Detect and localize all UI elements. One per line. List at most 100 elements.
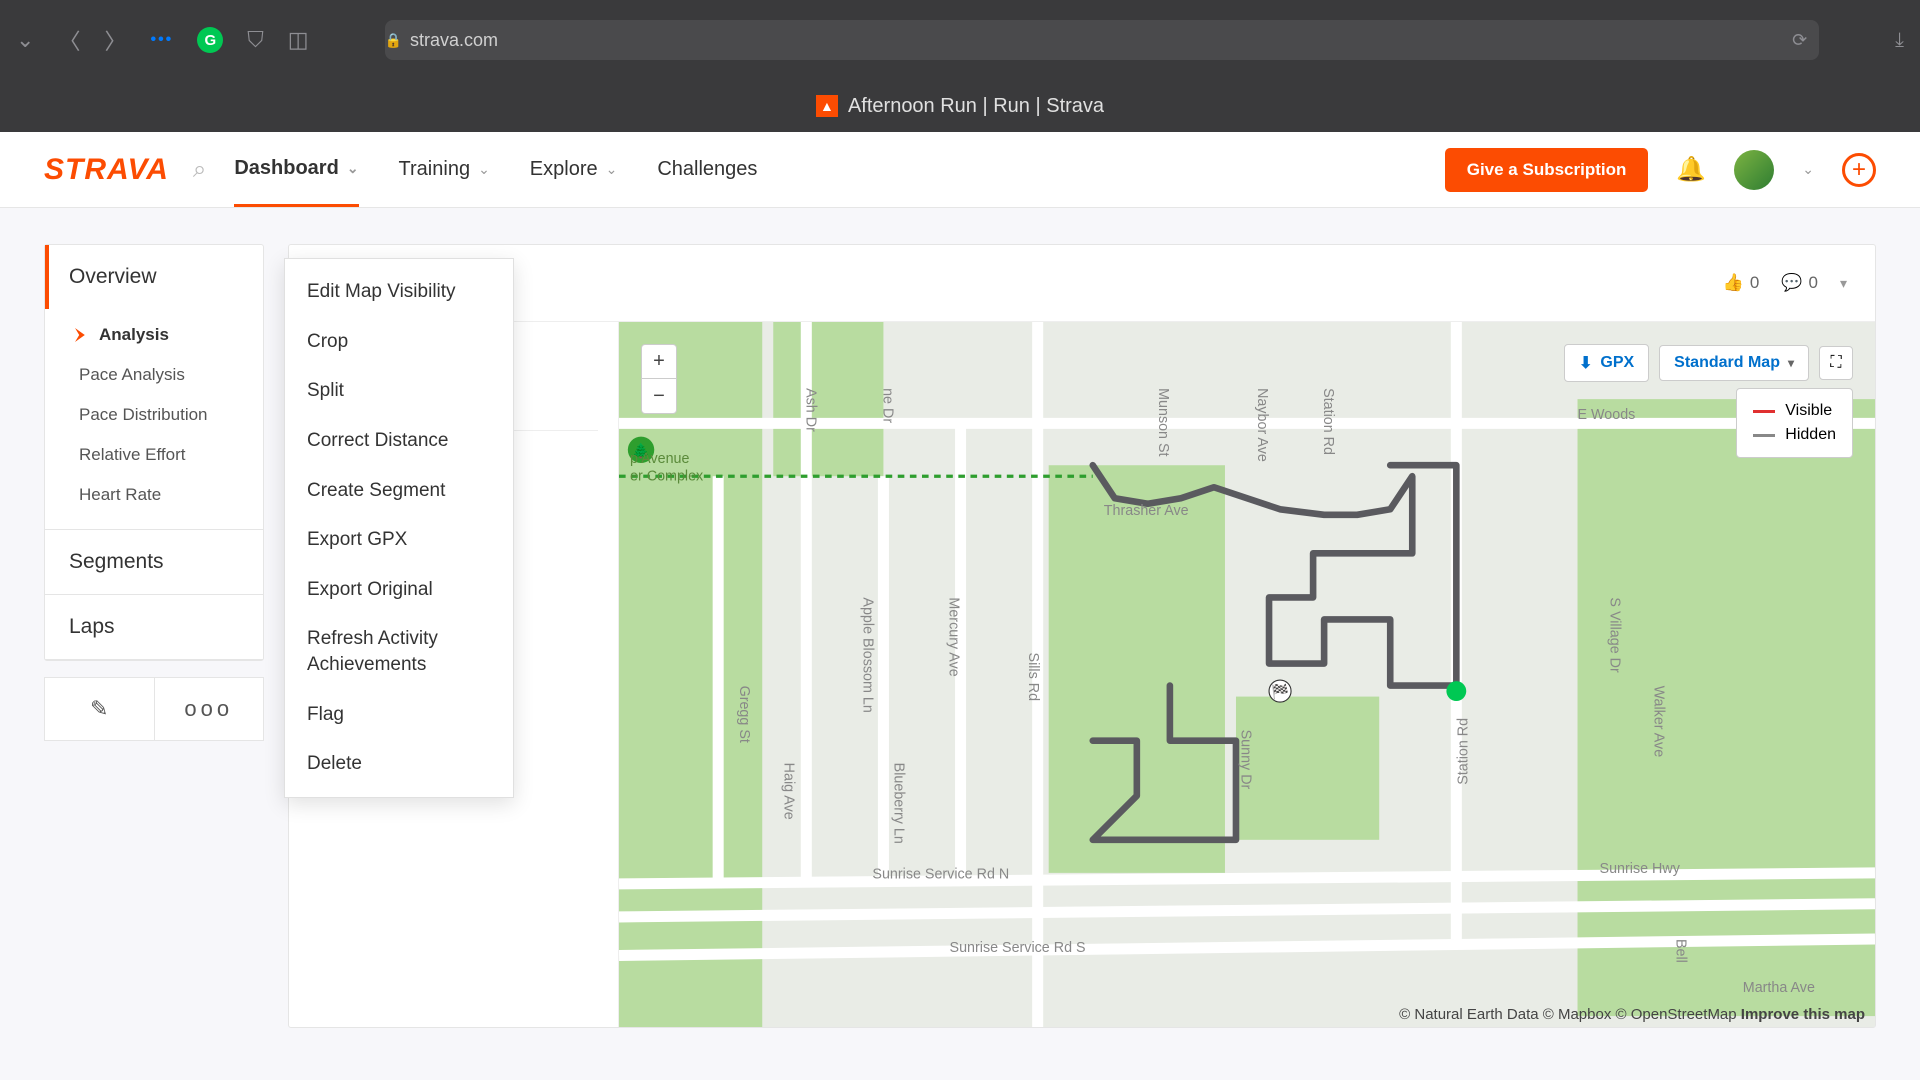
svg-text:Sunrise Service Rd S: Sunrise Service Rd S: [950, 940, 1086, 956]
activity-sidebar: Overview Analysis Pace Analysis Pace Dis…: [44, 244, 264, 661]
content-area: Overview Analysis Pace Analysis Pace Dis…: [0, 208, 1920, 1028]
tab-title: Afternoon Run | Run | Strava: [848, 95, 1104, 118]
chevron-down-icon: ⌄: [478, 161, 490, 178]
svg-text:Sunrise Hwy: Sunrise Hwy: [1600, 861, 1681, 877]
app-header: STRAVA ⌕ Dashboard ⌄ Training ⌄ Explore …: [0, 132, 1920, 208]
svg-text:Bell: Bell: [1673, 939, 1689, 963]
sidebar-pace-analysis[interactable]: Pace Analysis: [45, 355, 263, 395]
comment-icon: 💬: [1781, 273, 1802, 293]
url-text: strava.com: [410, 30, 498, 51]
panel-menu-icon[interactable]: ▾: [1840, 275, 1847, 292]
sidebar-wrap: Overview Analysis Pace Analysis Pace Dis…: [44, 244, 264, 1028]
privacy-icon[interactable]: ◫: [288, 27, 309, 53]
search-icon[interactable]: ⌕: [193, 156, 206, 184]
map[interactable]: 🏁 🌲 Ash Dr ne Dr p Avenue er Complex App…: [619, 322, 1875, 1027]
comments-count[interactable]: 💬0: [1781, 273, 1818, 293]
svg-text:Ash Dr: Ash Dr: [802, 388, 818, 432]
bell-icon[interactable]: 🔔: [1676, 155, 1706, 184]
sidebar-overview[interactable]: Overview: [45, 245, 263, 309]
svg-text:Naybor Ave: Naybor Ave: [1254, 388, 1270, 462]
nav-challenges[interactable]: Challenges: [657, 132, 757, 207]
menu-export-original[interactable]: Export Original: [285, 565, 513, 615]
svg-text:Haig Ave: Haig Ave: [780, 763, 796, 820]
menu-crop[interactable]: Crop: [285, 317, 513, 367]
sidebar-pace-distribution[interactable]: Pace Distribution: [45, 395, 263, 435]
svg-text:Walker Ave: Walker Ave: [1651, 686, 1667, 758]
download-icon[interactable]: ⤓: [1895, 29, 1904, 52]
svg-text:S Village Dr: S Village Dr: [1607, 597, 1623, 673]
svg-text:Gregg St: Gregg St: [736, 686, 752, 743]
menu-edit-map-visibility[interactable]: Edit Map Visibility: [285, 267, 513, 317]
main-panel: mino – Run 👍0 💬0 ▾ s GAP Elev :33/mi2ft …: [288, 244, 1876, 1028]
more-button[interactable]: ooo: [155, 678, 264, 740]
download-icon: ⬇: [1579, 353, 1592, 373]
svg-text:E Woods: E Woods: [1578, 407, 1636, 423]
menu-delete[interactable]: Delete: [285, 739, 513, 789]
svg-text:ne Dr: ne Dr: [879, 388, 895, 423]
grammarly-icon[interactable]: G: [197, 27, 223, 53]
chevron-down-icon[interactable]: ⌄: [1802, 161, 1814, 178]
extension-dots-icon[interactable]: •••: [150, 31, 173, 49]
add-icon[interactable]: +: [1842, 153, 1876, 187]
activity-context-menu: Edit Map Visibility Crop Split Correct D…: [284, 258, 514, 798]
finish-marker-icon: 🏁: [1269, 680, 1291, 702]
tab-favicon-icon: ▲: [816, 95, 838, 117]
svg-text:er Complex: er Complex: [630, 469, 703, 485]
sidebar-laps[interactable]: Laps: [45, 595, 263, 659]
menu-flag[interactable]: Flag: [285, 690, 513, 740]
header-actions: 👍0 💬0 ▾: [1723, 273, 1847, 293]
zoom-controls: + −: [641, 344, 677, 414]
menu-refresh-achievements[interactable]: Refresh Activity Achievements: [285, 614, 513, 689]
svg-text:p Avenue: p Avenue: [630, 451, 689, 467]
svg-text:Station Rd: Station Rd: [1455, 718, 1471, 785]
svg-text:Mercury Ave: Mercury Ave: [946, 597, 962, 676]
header-right: Give a Subscription 🔔 ⌄ +: [1445, 148, 1876, 192]
zoom-in-button[interactable]: +: [642, 345, 676, 379]
chevron-down-icon: ▾: [1788, 356, 1794, 370]
url-bar[interactable]: 🔒 strava.com ⟳: [385, 20, 1820, 60]
menu-export-gpx[interactable]: Export GPX: [285, 515, 513, 565]
nav-explore[interactable]: Explore ⌄: [530, 132, 618, 207]
nav-dashboard[interactable]: Dashboard ⌄: [234, 132, 358, 207]
fullscreen-button[interactable]: ⛶: [1819, 346, 1853, 380]
svg-text:Station Rd: Station Rd: [1320, 388, 1336, 455]
kudos-count[interactable]: 👍0: [1723, 273, 1760, 293]
svg-text:Sunny Dr: Sunny Dr: [1237, 730, 1253, 790]
nav-training[interactable]: Training ⌄: [399, 132, 490, 207]
panel-body: s GAP Elev :33/mi2ft :17/mi-10ft :22/mi3…: [289, 322, 1875, 1027]
chevron-down-icon: ⌄: [606, 161, 618, 178]
shield-icon[interactable]: ⛉: [247, 27, 264, 53]
legend-hidden: Hidden: [1753, 423, 1836, 447]
map-controls-right: ⬇GPX Standard Map▾ ⛶: [1564, 344, 1853, 382]
sidebar-actions: ✎ ooo: [44, 677, 264, 741]
subscribe-button[interactable]: Give a Subscription: [1445, 148, 1649, 192]
gpx-button[interactable]: ⬇GPX: [1564, 344, 1649, 382]
svg-text:🏁: 🏁: [1271, 684, 1289, 701]
sidebar-heart-rate[interactable]: Heart Rate: [45, 475, 263, 515]
map-canvas[interactable]: 🏁 🌲 Ash Dr ne Dr p Avenue er Complex App…: [619, 322, 1875, 1027]
edit-button[interactable]: ✎: [45, 678, 155, 740]
main-nav: Dashboard ⌄ Training ⌄ Explore ⌄ Challen…: [234, 132, 757, 207]
map-style-select[interactable]: Standard Map▾: [1659, 345, 1809, 381]
back-icon[interactable]: 〈: [58, 24, 80, 56]
svg-text:Sunrise Service Rd N: Sunrise Service Rd N: [872, 866, 1009, 882]
avatar[interactable]: [1734, 150, 1774, 190]
reload-icon[interactable]: ⟳: [1780, 30, 1819, 51]
map-attribution: © Natural Earth Data © Mapbox © OpenStre…: [1399, 1006, 1865, 1023]
sidebar-analysis[interactable]: Analysis: [45, 315, 263, 355]
menu-create-segment[interactable]: Create Segment: [285, 466, 513, 516]
menu-correct-distance[interactable]: Correct Distance: [285, 416, 513, 466]
panel-header: mino – Run 👍0 💬0 ▾: [289, 245, 1875, 322]
improve-map-link[interactable]: Improve this map: [1741, 1006, 1865, 1023]
forward-icon[interactable]: 〉: [104, 24, 126, 56]
strava-logo[interactable]: STRAVA: [44, 153, 169, 187]
sidebar-relative-effort[interactable]: Relative Effort: [45, 435, 263, 475]
menu-split[interactable]: Split: [285, 366, 513, 416]
svg-text:Munson St: Munson St: [1155, 388, 1171, 456]
svg-text:Blueberry Ln: Blueberry Ln: [890, 763, 906, 844]
browser-tab-bar: ▲ Afternoon Run | Run | Strava: [0, 80, 1920, 132]
map-legend: Visible Hidden: [1736, 388, 1853, 458]
zoom-out-button[interactable]: −: [642, 379, 676, 413]
sidebar-segments[interactable]: Segments: [45, 530, 263, 594]
dropdown-icon[interactable]: ⌄: [16, 27, 34, 53]
